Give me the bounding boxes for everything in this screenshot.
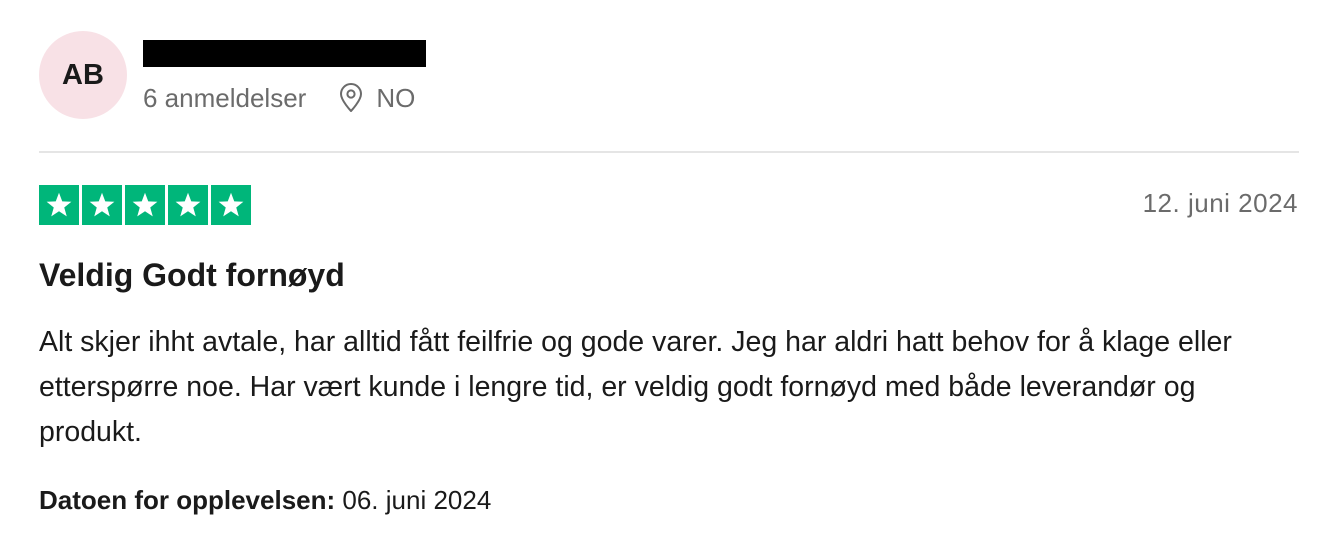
review-title[interactable]: Veldig Godt fornøyd <box>39 257 345 294</box>
country-code: NO <box>376 82 416 113</box>
location-pin-icon <box>338 83 364 113</box>
avatar[interactable]: AB <box>39 31 127 119</box>
star-icon <box>82 185 122 225</box>
review-count: 6 anmeldelser <box>143 82 307 113</box>
reviewer-name-redacted <box>143 40 426 67</box>
star-icon <box>211 185 251 225</box>
experience-date-row: Datoen for opplevelsen: 06. juni 2024 <box>39 485 491 516</box>
avatar-initials: AB <box>62 58 104 91</box>
experience-date-value: 06. juni 2024 <box>342 485 492 515</box>
star-icon <box>39 185 79 225</box>
star-rating <box>39 185 251 225</box>
review-date: 12. juni 2024 <box>1142 188 1298 218</box>
review-card: AB 6 anmeldelser NO 12. juni 2024 Veldig… <box>0 0 1340 540</box>
experience-date-label: Datoen for opplevelsen: <box>39 485 343 515</box>
star-icon <box>125 185 165 225</box>
reviewer-meta: 6 anmeldelser NO <box>143 80 415 116</box>
divider <box>39 151 1299 153</box>
star-icon <box>168 185 208 225</box>
review-body: Alt skjer ihht avtale, har alltid fått f… <box>39 326 1232 448</box>
